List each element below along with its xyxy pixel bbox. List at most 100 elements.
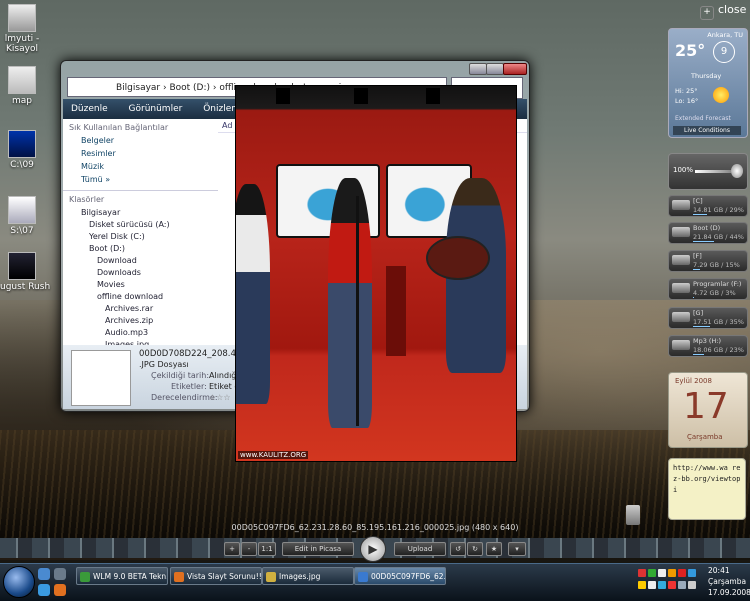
photo-image[interactable]: www.KAULITZ.ORG	[235, 85, 517, 462]
guitarist-left	[236, 184, 270, 404]
notes-gadget[interactable]: http://www.wa rez-bb.org/viewtopi	[668, 458, 746, 520]
bass-guitar	[426, 236, 490, 280]
toolbar-organize[interactable]: Düzenle	[71, 104, 108, 114]
star-button[interactable]: ★	[486, 542, 502, 556]
tray-icon[interactable]	[638, 569, 646, 577]
drive-usage-bar	[693, 241, 714, 242]
clock-time: 20:41	[708, 566, 730, 575]
hard-drive-icon	[672, 227, 690, 237]
weather-conditions-tab[interactable]: Live Conditions	[673, 126, 741, 135]
navigation-pane: Sık Kullanılan Bağlantılar Belgeler Resi…	[63, 119, 218, 361]
tree-item[interactable]: offline download	[63, 290, 218, 302]
file-thumbnail	[71, 350, 131, 406]
zoom-out-button[interactable]: -	[241, 542, 257, 556]
desktop-icon-drive-s[interactable]: S:\07	[0, 196, 52, 236]
drive-usage: 17.51 GB / 35%	[693, 318, 744, 326]
edit-in-picasa-button[interactable]: Edit in Picasa	[282, 542, 354, 556]
weather-gadget[interactable]: Ankara, TU 25° 9 Thursday Hi: 25° Lo: 16…	[668, 28, 748, 138]
drive-name: [C]	[693, 197, 703, 205]
tree-item[interactable]: Archives.zip	[63, 314, 218, 326]
weather-forecast-link[interactable]: Extended Forecast	[675, 115, 731, 122]
tray-icon[interactable]	[638, 581, 646, 589]
taskbar-button[interactable]: Images.jpg	[262, 567, 354, 585]
tree-item[interactable]: Movies	[63, 278, 218, 290]
favorite-documents[interactable]: Belgeler	[63, 134, 218, 147]
tree-item[interactable]: Audio.mp3	[63, 326, 218, 338]
drive-gadget[interactable]: Programlar (F:) 4.72 GB / 3%	[668, 278, 748, 300]
play-button[interactable]: ▶	[360, 536, 386, 562]
calendar-gadget[interactable]: Eylül 2008 17 Çarşamba	[668, 372, 748, 448]
tray-icon[interactable]	[668, 581, 676, 589]
close-window-button[interactable]	[503, 63, 527, 75]
quicklaunch-switch-icon[interactable]	[54, 568, 66, 580]
monitor-icon	[8, 130, 36, 158]
tray-icon[interactable]	[658, 569, 666, 577]
minimize-button[interactable]	[469, 63, 487, 75]
details-rating-value[interactable]: ☆☆☆	[209, 393, 231, 402]
desktop-icon-map[interactable]: map	[0, 66, 52, 106]
recycle-bin-icon[interactable]	[626, 505, 640, 525]
clock-date: 17.09.2008	[708, 588, 750, 597]
tray-icon[interactable]	[678, 569, 686, 577]
favorite-music[interactable]: Müzik	[63, 160, 218, 173]
rotate-left-button[interactable]: ↺	[450, 542, 466, 556]
quicklaunch-ie-icon[interactable]	[38, 584, 50, 596]
actual-size-button[interactable]: 1:1	[258, 542, 276, 556]
more-button[interactable]: ▾	[508, 542, 526, 556]
app-icon	[266, 572, 276, 582]
quicklaunch-firefox-icon[interactable]	[54, 584, 66, 596]
tree-item[interactable]: Bilgisayar	[63, 206, 218, 218]
details-filetype: .JPG Dosyası	[139, 360, 189, 369]
tray-icon[interactable]	[688, 569, 696, 577]
upload-button[interactable]: Upload	[394, 542, 446, 556]
drive-usage: 4.72 GB / 3%	[693, 289, 736, 297]
rotate-right-icon: ↻	[472, 545, 478, 553]
taskbar-button[interactable]: 00D05C097FD6_62.2...	[354, 567, 446, 585]
favorite-pictures[interactable]: Resimler	[63, 147, 218, 160]
folders-header[interactable]: Klasörler	[63, 190, 218, 206]
taskbar-button[interactable]: WLM 9.0 BETA Tekn...	[76, 567, 168, 585]
tray-icon[interactable]	[668, 569, 676, 577]
hard-drive-icon	[672, 200, 690, 210]
stage-light	[276, 88, 290, 104]
volume-icon[interactable]	[688, 581, 696, 589]
drive-gadget[interactable]: Mp3 (H:) 18.06 GB / 23%	[668, 335, 748, 357]
maximize-button[interactable]	[486, 63, 504, 75]
taskbar-button[interactable]: Vista Slayt Sorunu!!...	[170, 567, 262, 585]
rotate-right-button[interactable]: ↻	[467, 542, 483, 556]
tree-item[interactable]: Archives.rar	[63, 302, 218, 314]
drive-gadget[interactable]: [F] 7.29 GB / 15%	[668, 250, 748, 272]
tray-icon[interactable]	[648, 569, 656, 577]
favorites-more[interactable]: Tümü »	[63, 173, 218, 186]
drive-usage-bar	[693, 326, 710, 327]
tray-icon[interactable]	[658, 581, 666, 589]
network-icon[interactable]	[678, 581, 686, 589]
quicklaunch-desktop-icon[interactable]	[38, 568, 50, 580]
tray-icon[interactable]	[648, 581, 656, 589]
start-button[interactable]	[3, 566, 35, 598]
cpu-meter-gadget[interactable]: 100%	[668, 153, 748, 190]
desktop-icon-shortcut[interactable]: lmyuti - Kisayol	[0, 4, 52, 54]
drive-gadget[interactable]: [C] 14.81 GB / 29%	[668, 195, 748, 217]
weather-day: Thursday	[691, 72, 722, 80]
tree-item[interactable]: Downloads	[63, 266, 218, 278]
drive-name: [F]	[693, 252, 702, 260]
drive-gadget[interactable]: Boot (D) 21.84 GB / 44%	[668, 222, 748, 244]
app-icon	[80, 572, 90, 582]
tree-item[interactable]: Download	[63, 254, 218, 266]
toolbar-views[interactable]: Görünümler	[129, 104, 183, 114]
tree-item[interactable]: Disket sürücüsü (A:)	[63, 218, 218, 230]
drive-gadget[interactable]: [G] 17.51 GB / 35%	[668, 307, 748, 329]
tree-item[interactable]: Boot (D:)	[63, 242, 218, 254]
desktop-icon-august-rush[interactable]: August Rush	[0, 252, 52, 292]
zoom-in-button[interactable]: +	[224, 542, 240, 556]
desktop-icon-drive-c[interactable]: C:\09	[0, 130, 52, 170]
drive-usage: 7.29 GB / 15%	[693, 261, 740, 269]
drive-usage-bar	[693, 269, 700, 270]
taskbar-button-label: WLM 9.0 BETA Tekn...	[93, 572, 168, 581]
app-icon	[174, 572, 184, 582]
stage-light	[354, 88, 368, 104]
viewer-caption: 00D05C097FD6_62.231.28.60_85.195.161.216…	[231, 523, 519, 532]
tree-item[interactable]: Yerel Disk (C:)	[63, 230, 218, 242]
taskbar-clock[interactable]: 20:41 Çarşamba 17.09.2008	[708, 565, 750, 598]
